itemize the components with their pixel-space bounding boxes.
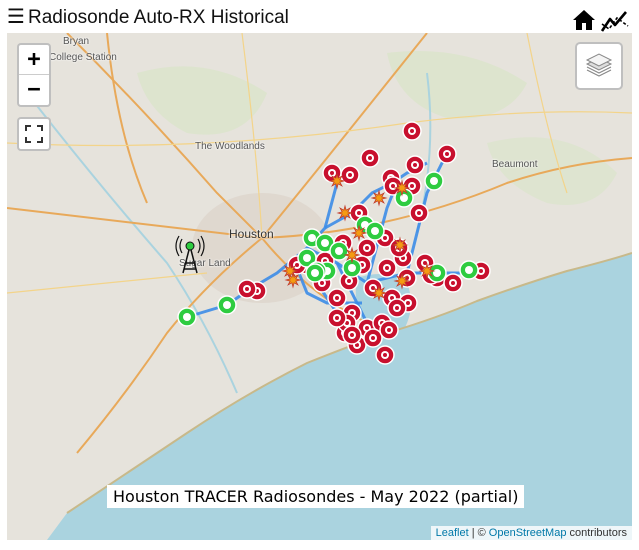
burst-marker <box>343 246 361 264</box>
home-icon[interactable] <box>572 9 596 31</box>
map-attribution: Leaflet | © OpenStreetMap contributors <box>430 526 632 540</box>
zoom-in-button[interactable]: + <box>19 45 49 75</box>
flight-overlay <box>175 121 491 365</box>
line-chart-icon[interactable] <box>600 9 630 33</box>
zoom-control: + − <box>17 43 51 107</box>
attribution-separator: | © <box>471 527 486 539</box>
burst-marker <box>370 189 388 207</box>
layers-button[interactable] <box>575 42 623 90</box>
map-view[interactable]: Bryan College Station The Woodlands Hous… <box>7 33 632 540</box>
osm-link[interactable]: OpenStreetMap <box>489 527 567 539</box>
burst-marker <box>370 284 388 302</box>
receiver-station-icon[interactable] <box>175 235 205 274</box>
fullscreen-icon <box>25 125 43 143</box>
layers-icon <box>585 53 613 77</box>
leaflet-link[interactable]: Leaflet <box>436 527 469 539</box>
burst-marker <box>418 262 436 280</box>
burst-marker <box>284 271 302 289</box>
map-caption: Houston TRACER Radiosondes - May 2022 (p… <box>107 485 525 508</box>
burst-marker <box>350 224 368 242</box>
burst-marker <box>328 172 346 190</box>
burst-marker <box>336 204 354 222</box>
burst-marker <box>393 272 411 290</box>
app-header: ☰ Radiosonde Auto-RX Historical <box>0 0 639 33</box>
app-title: Radiosonde Auto-RX Historical <box>28 7 289 28</box>
attribution-suffix: contributors <box>569 527 627 539</box>
fullscreen-button[interactable] <box>17 117 51 151</box>
zoom-out-button[interactable]: − <box>19 75 49 105</box>
flight-track <box>186 289 248 319</box>
burst-marker <box>391 236 409 254</box>
burst-marker <box>393 179 411 197</box>
menu-icon[interactable]: ☰ <box>7 7 25 27</box>
